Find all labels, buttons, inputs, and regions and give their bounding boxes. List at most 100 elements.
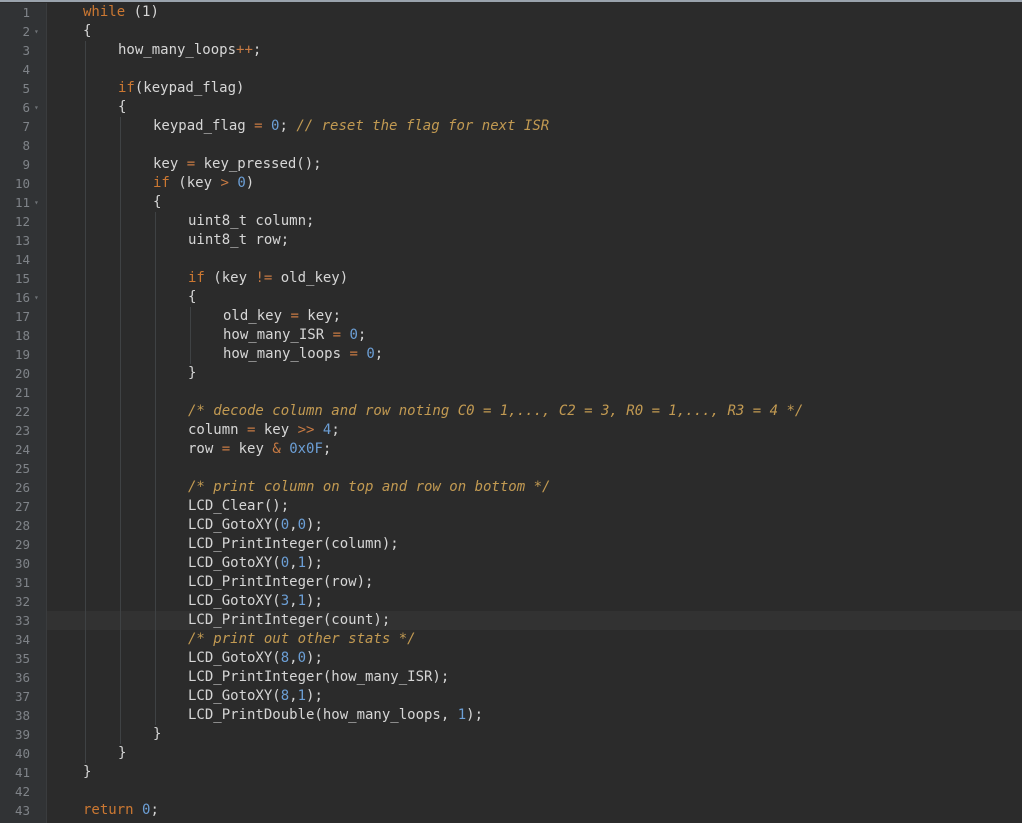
- code-line[interactable]: LCD_PrintInteger(row);: [47, 573, 1022, 592]
- code-token: ,: [289, 688, 298, 704]
- code-line[interactable]: LCD_GotoXY(8,0);: [47, 649, 1022, 668]
- code-token: 0: [297, 517, 307, 533]
- code-editor[interactable]: 1 2 ▾ 3 4 5 6 ▾ 7 8 9 10 11 ▾ 12 13 14 15 16 ▾ 17 18 19 20 21 22 2…: [0, 3, 1022, 823]
- indent-guide: [155, 497, 156, 516]
- indent-guide: [120, 516, 121, 535]
- code-line[interactable]: LCD_GotoXY(3,1);: [47, 592, 1022, 611]
- code-line[interactable]: LCD_PrintInteger(count);: [47, 611, 1022, 630]
- indent-guide: [120, 155, 121, 174]
- indent-guide: [155, 326, 156, 345]
- line-number: 37: [14, 689, 30, 704]
- code-token: 0: [280, 517, 290, 533]
- indent-guide: [155, 269, 156, 288]
- indent-guide: [120, 440, 121, 459]
- code-line[interactable]: keypad_flag = 0; // reset the flag for n…: [47, 117, 1022, 136]
- code-line[interactable]: if (key > 0): [47, 174, 1022, 193]
- code-line[interactable]: how_many_loops++;: [47, 41, 1022, 60]
- code-line[interactable]: if(keypad_flag): [47, 79, 1022, 98]
- code-line[interactable]: LCD_Clear();: [47, 497, 1022, 516]
- indent-guide: [85, 98, 86, 117]
- indent-guide: [120, 649, 121, 668]
- code-line[interactable]: {: [47, 98, 1022, 117]
- code-line[interactable]: /* decode column and row noting C0 = 1,.…: [47, 402, 1022, 421]
- code-line[interactable]: old_key = key;: [47, 307, 1022, 326]
- code-text: how_many_loops++;: [118, 41, 261, 60]
- line-number: 15: [14, 271, 30, 286]
- indent-guide: [155, 383, 156, 402]
- code-line[interactable]: uint8_t column;: [47, 212, 1022, 231]
- line-number: 12: [14, 214, 30, 229]
- indent-guide: [85, 554, 86, 573]
- line-number: 17: [14, 309, 30, 324]
- code-line[interactable]: if (key != old_key): [47, 269, 1022, 288]
- code-line[interactable]: [47, 250, 1022, 269]
- code-line[interactable]: [47, 383, 1022, 402]
- code-line[interactable]: column = key >> 4;: [47, 421, 1022, 440]
- fold-toggle-icon[interactable]: ▾: [34, 193, 42, 212]
- code-token: );: [306, 688, 323, 704]
- code-line[interactable]: {: [47, 193, 1022, 212]
- code-token: !=: [255, 270, 273, 286]
- code-token: =: [221, 441, 231, 457]
- line-number: 36: [14, 670, 30, 685]
- code-line[interactable]: }: [47, 364, 1022, 383]
- code-token: 8: [280, 688, 290, 704]
- line-number: 23: [14, 423, 30, 438]
- indent-guide: [120, 117, 121, 136]
- indent-guide: [85, 516, 86, 535]
- indent-guide: [120, 288, 121, 307]
- code-line[interactable]: {: [47, 288, 1022, 307]
- indent-guide: [155, 611, 156, 630]
- line-number: 1: [22, 5, 30, 20]
- code-token: ,: [289, 593, 298, 609]
- code-line[interactable]: return 0;: [47, 801, 1022, 820]
- code-line[interactable]: row = key & 0x0F;: [47, 440, 1022, 459]
- code-line[interactable]: LCD_PrintInteger(how_many_ISR);: [47, 668, 1022, 687]
- code-line[interactable]: {: [47, 22, 1022, 41]
- indent-guide: [155, 706, 156, 725]
- line-number: 43: [14, 803, 30, 818]
- line-number: 34: [14, 632, 30, 647]
- code-line[interactable]: LCD_PrintDouble(how_many_loops, 1);: [47, 706, 1022, 725]
- code-token: 0: [349, 327, 358, 343]
- code-line[interactable]: LCD_PrintInteger(column);: [47, 535, 1022, 554]
- code-line[interactable]: while (1): [47, 3, 1022, 22]
- code-text: LCD_GotoXY(3,1);: [188, 592, 323, 611]
- indent-guide: [85, 440, 86, 459]
- code-line[interactable]: [47, 782, 1022, 801]
- fold-toggle-icon[interactable]: ▾: [34, 22, 42, 41]
- code-line[interactable]: LCD_GotoXY(8,1);: [47, 687, 1022, 706]
- line-number: 19: [14, 347, 30, 362]
- code-line[interactable]: }: [47, 744, 1022, 763]
- code-line[interactable]: }: [47, 725, 1022, 744]
- code-token: key;: [298, 308, 342, 324]
- code-line[interactable]: uint8_t row;: [47, 231, 1022, 250]
- code-line[interactable]: LCD_GotoXY(0,0);: [47, 516, 1022, 535]
- code-line[interactable]: how_many_loops = 0;: [47, 345, 1022, 364]
- code-line[interactable]: LCD_GotoXY(0,1);: [47, 554, 1022, 573]
- indent-guide: [120, 592, 121, 611]
- code-line[interactable]: how_many_ISR = 0;: [47, 326, 1022, 345]
- code-line[interactable]: /* print out other stats */: [47, 630, 1022, 649]
- indent-guide: [120, 497, 121, 516]
- indent-guide: [120, 307, 121, 326]
- indent-guide: [85, 174, 86, 193]
- indent-guide: [85, 345, 86, 364]
- code-line[interactable]: key = key_pressed();: [47, 155, 1022, 174]
- code-token: 1: [457, 707, 467, 723]
- code-token: );: [306, 517, 323, 533]
- code-line[interactable]: [47, 136, 1022, 155]
- code-line[interactable]: }: [47, 763, 1022, 782]
- indent-guide: [85, 497, 86, 516]
- code-token: 0: [280, 555, 290, 571]
- fold-toggle-icon[interactable]: ▾: [34, 98, 42, 117]
- code-line[interactable]: /* print column on top and row on bottom…: [47, 478, 1022, 497]
- code-text: {: [153, 193, 161, 212]
- code-line[interactable]: [47, 60, 1022, 79]
- code-text: how_many_loops = 0;: [223, 345, 383, 364]
- code-area[interactable]: while (1){how_many_loops++; if(keypad_fla…: [47, 3, 1022, 823]
- indent-guide: [85, 592, 86, 611]
- code-line[interactable]: [47, 459, 1022, 478]
- code-token: );: [306, 555, 323, 571]
- fold-toggle-icon[interactable]: ▾: [34, 288, 42, 307]
